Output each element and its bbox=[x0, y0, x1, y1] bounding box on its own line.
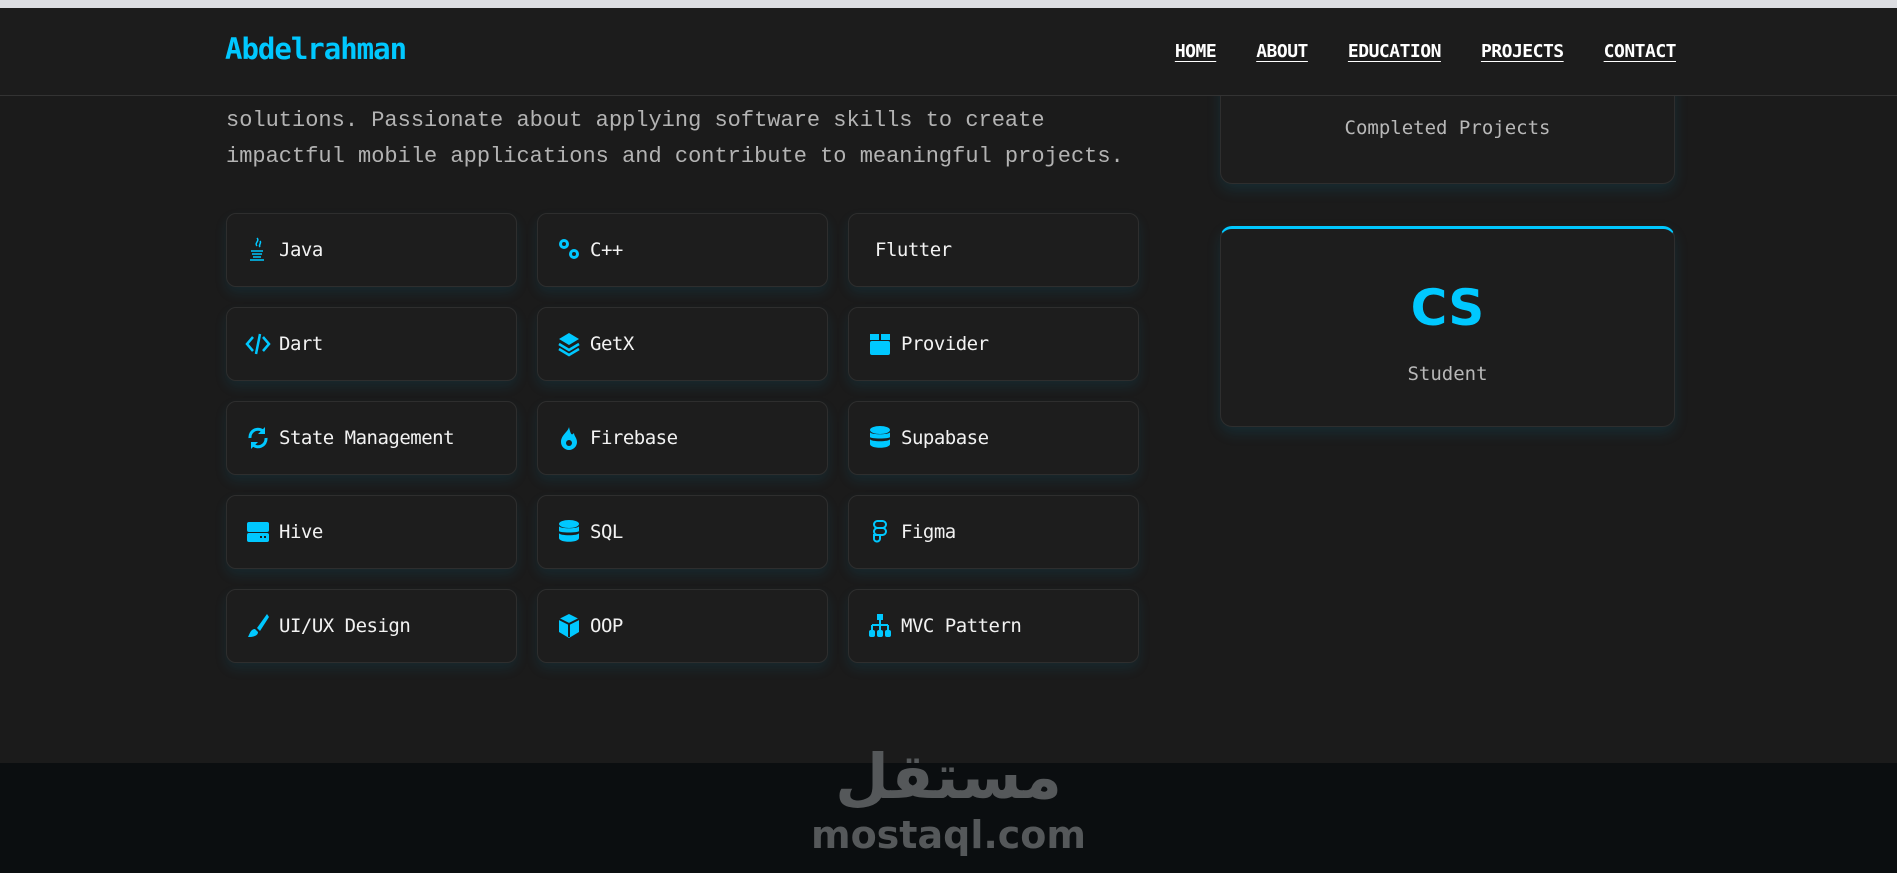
site-header: Abdelrahman HOME ABOUT EDUCATION PROJECT… bbox=[0, 8, 1897, 96]
nav-projects[interactable]: PROJECTS bbox=[1481, 41, 1564, 62]
hdd-icon bbox=[247, 522, 269, 542]
skill-card-supabase[interactable]: Supabase bbox=[848, 401, 1139, 475]
skill-label: UI/UX Design bbox=[279, 615, 411, 637]
skill-card-mvc-pattern[interactable]: MVC Pattern bbox=[848, 589, 1139, 663]
skill-label: Flutter bbox=[875, 239, 952, 261]
main-nav: HOME ABOUT EDUCATION PROJECTS CONTACT bbox=[1175, 41, 1677, 62]
database-icon bbox=[870, 426, 890, 448]
stat-value: CS bbox=[1410, 279, 1485, 337]
stat-card-student: CS Student bbox=[1220, 226, 1675, 427]
nav-about[interactable]: ABOUT bbox=[1256, 41, 1308, 62]
skill-card-firebase[interactable]: Firebase bbox=[537, 401, 828, 475]
nav-contact[interactable]: CONTACT bbox=[1604, 41, 1677, 62]
skills-grid: Java C++ Flutter Dart GetX Provider State Mana… bbox=[226, 213, 1139, 663]
skill-label: SQL bbox=[590, 521, 623, 543]
brush-icon bbox=[248, 614, 269, 637]
skill-label: Hive bbox=[279, 521, 323, 543]
stat-label: Student bbox=[1407, 363, 1488, 385]
java-icon bbox=[250, 237, 264, 261]
stat-label: Completed Projects bbox=[1344, 117, 1551, 139]
browser-strip bbox=[0, 0, 1897, 8]
nav-education[interactable]: EDUCATION bbox=[1348, 41, 1442, 62]
skill-card-provider[interactable]: Provider bbox=[848, 307, 1139, 381]
sitemap-icon bbox=[869, 614, 891, 637]
skill-label: Firebase bbox=[590, 427, 678, 449]
skill-card-sql[interactable]: SQL bbox=[537, 495, 828, 569]
cube-icon bbox=[558, 614, 580, 638]
fire-icon bbox=[561, 427, 577, 450]
skill-label: Provider bbox=[901, 333, 989, 355]
site-logo[interactable]: Abdelrahman bbox=[225, 32, 407, 66]
box-icon bbox=[870, 334, 890, 355]
skill-card-java[interactable]: Java bbox=[226, 213, 517, 287]
database-icon bbox=[559, 520, 579, 542]
skill-label: C++ bbox=[590, 239, 623, 261]
skill-card-flutter[interactable]: Flutter bbox=[848, 213, 1139, 287]
figma-icon bbox=[873, 520, 887, 543]
skill-label: OOP bbox=[590, 615, 623, 637]
skill-card-figma[interactable]: Figma bbox=[848, 495, 1139, 569]
code-icon bbox=[245, 333, 271, 355]
layers-icon bbox=[558, 333, 580, 357]
skill-label: State Management bbox=[279, 427, 455, 449]
skill-label: GetX bbox=[590, 333, 634, 355]
gears-icon bbox=[559, 239, 579, 259]
skill-card-getx[interactable]: GetX bbox=[537, 307, 828, 381]
skill-label: Figma bbox=[901, 521, 956, 543]
skill-card-ui-ux-design[interactable]: UI/UX Design bbox=[226, 589, 517, 663]
watermark-logo: مستقل bbox=[835, 740, 1062, 813]
skill-label: Supabase bbox=[901, 427, 989, 449]
about-line: impactful mobile applications and contri… bbox=[226, 144, 1124, 169]
about-text: solutions. Passionate about applying sof… bbox=[226, 103, 1126, 175]
skill-label: Dart bbox=[279, 333, 323, 355]
skill-card-dart[interactable]: Dart bbox=[226, 307, 517, 381]
skill-label: Java bbox=[279, 239, 323, 261]
skill-card-state-management[interactable]: State Management bbox=[226, 401, 517, 475]
skill-card-c-[interactable]: C++ bbox=[537, 213, 828, 287]
watermark-logo-text: mostaql.com bbox=[810, 813, 1087, 857]
sync-icon bbox=[248, 427, 268, 449]
nav-home[interactable]: HOME bbox=[1175, 41, 1217, 62]
skill-label: MVC Pattern bbox=[901, 615, 1022, 637]
skill-card-hive[interactable]: Hive bbox=[226, 495, 517, 569]
skill-card-oop[interactable]: OOP bbox=[537, 589, 828, 663]
about-line: solutions. Passionate about applying sof… bbox=[226, 108, 1045, 133]
